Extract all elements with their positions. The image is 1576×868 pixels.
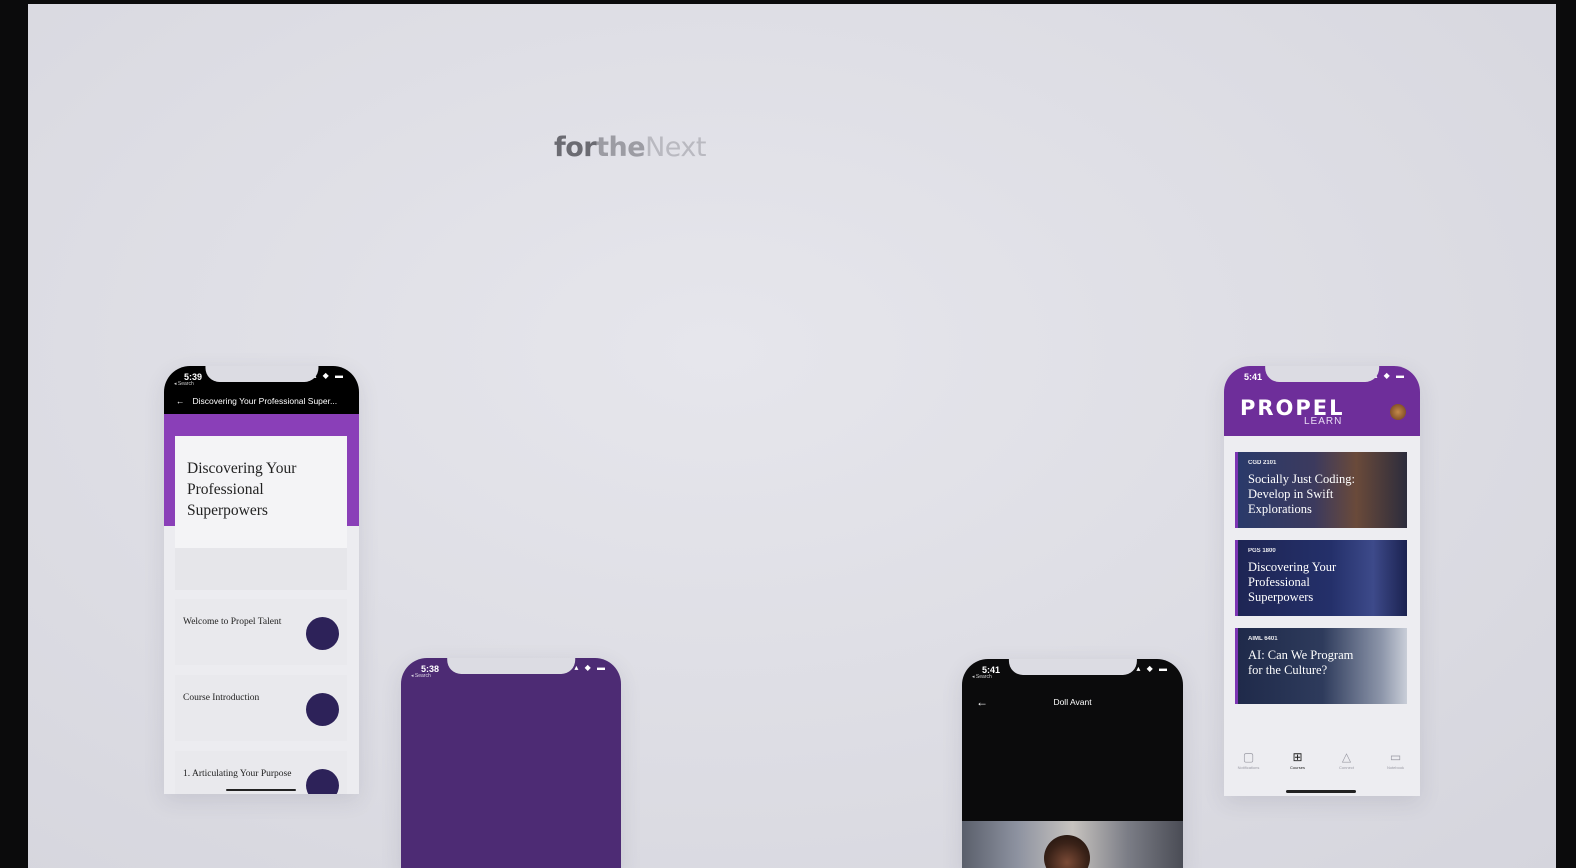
- headline-word-1: for: [554, 132, 597, 163]
- grid-icon: ⊞: [1292, 750, 1303, 764]
- tab-label: Connect: [1339, 765, 1354, 770]
- nav-title: Doll Avant: [1053, 697, 1092, 707]
- status-icons: ▴ ◆ ▬: [1136, 664, 1169, 673]
- phone-notch: [204, 366, 319, 382]
- course-spacer: [175, 548, 347, 590]
- status-back-link[interactable]: ◂ Search: [174, 381, 194, 387]
- home-indicator: [1286, 790, 1356, 793]
- lesson-item[interactable]: Course Introduction: [175, 675, 347, 741]
- tab-label: Courses: [1290, 765, 1305, 770]
- play-icon[interactable]: [306, 617, 339, 650]
- course-code: CGD 2101: [1248, 460, 1277, 466]
- propel-logo-sub: LEARN: [1304, 416, 1343, 427]
- status-back-link[interactable]: ◂ Search: [411, 673, 431, 679]
- status-bar: 5:41 ◂ Search ▴ ◆ ▬: [962, 659, 1183, 681]
- phone-course-detail: 5:39 ◂ Search ▴ ◆ ▬ ← Discovering Your P…: [164, 366, 359, 794]
- tab-connect[interactable]: △ Connect: [1332, 750, 1362, 780]
- presentation-slide: fortheNext 5:39 ◂ Search ▴ ◆ ▬ ← Discove…: [28, 4, 1556, 868]
- course-card[interactable]: PGS 1800 Discovering Your Professional S…: [1235, 540, 1407, 616]
- lesson-label: 1. Articulating Your Purpose: [183, 769, 292, 779]
- lesson-item[interactable]: Welcome to Propel Talent: [175, 599, 347, 665]
- phone-notch: [1265, 366, 1379, 382]
- status-bar: 5:38 ◂ Search ▴ ◆ ▬: [401, 658, 621, 680]
- play-icon[interactable]: [306, 769, 339, 794]
- back-arrow-icon[interactable]: ←: [176, 396, 185, 406]
- course-card[interactable]: CGD 2101 Socially Just Coding: Develop i…: [1235, 452, 1407, 528]
- book-icon: ▭: [1389, 750, 1402, 764]
- headline-word-3: Next: [645, 132, 706, 163]
- tab-label: Notebook: [1386, 765, 1405, 770]
- avatar[interactable]: [1390, 404, 1406, 420]
- home-indicator: [226, 789, 296, 791]
- course-code: PGS 1800: [1248, 548, 1276, 554]
- course-code: AIML 6401: [1248, 636, 1278, 642]
- tab-notifications[interactable]: ▢ Notifications: [1234, 750, 1264, 780]
- phone-splash: 5:38 ◂ Search ▴ ◆ ▬: [401, 658, 621, 868]
- status-icons: ▴ ◆ ▬: [312, 371, 345, 380]
- status-back-link[interactable]: ◂ Search: [972, 674, 992, 680]
- lesson-item[interactable]: 1. Articulating Your Purpose: [175, 751, 347, 794]
- phone-video-player: 5:41 ◂ Search ▴ ◆ ▬ ← Doll Avant: [962, 659, 1183, 868]
- headline-word-2: the: [596, 132, 646, 163]
- nav-title: Discovering Your Professional Super...: [192, 396, 338, 406]
- network-icon: △: [1341, 750, 1352, 764]
- lesson-label: Course Introduction: [183, 693, 260, 703]
- status-time: 5:41: [1244, 372, 1263, 382]
- tab-label: Notifications: [1237, 765, 1260, 770]
- course-card[interactable]: AIML 6401 AI: Can We Program for the Cul…: [1235, 628, 1407, 704]
- course-card-title: Socially Just Coding: Develop in Swift E…: [1248, 472, 1355, 516]
- course-card-title: AI: Can We Program for the Culture?: [1248, 648, 1354, 677]
- play-icon[interactable]: [306, 693, 339, 726]
- phone-course-list: 5:41 ▴ ◆ ▬ PROPEL LEARN CGD 2101 Sociall…: [1224, 366, 1420, 796]
- course-card-title: Discovering Your Professional Superpower…: [1248, 560, 1337, 604]
- course-title: Discovering Your Professional Superpower…: [175, 436, 347, 548]
- tab-notebook[interactable]: ▭ Notebook: [1381, 750, 1411, 780]
- tab-courses[interactable]: ⊞ Courses: [1283, 750, 1313, 780]
- bottom-tab-bar: ▢ Notifications ⊞ Courses △ Connect ▭ No…: [1224, 750, 1420, 780]
- calendar-icon: ▢: [1242, 750, 1255, 764]
- status-icons: ▴ ◆ ▬: [574, 663, 607, 672]
- slide-headline: fortheNext: [554, 132, 706, 163]
- lesson-label: Welcome to Propel Talent: [183, 617, 282, 627]
